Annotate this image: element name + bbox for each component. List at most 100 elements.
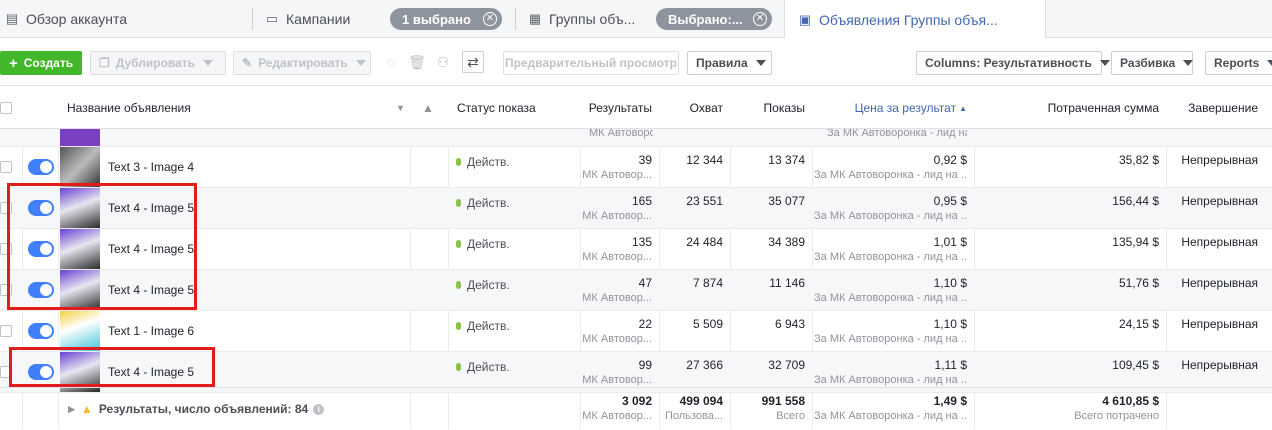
ad-name[interactable]: Text 3 - Image 4: [108, 160, 194, 174]
campaigns-selection-badge[interactable]: 1 выбрано ✕: [390, 8, 502, 30]
results-subtext: МК Автовор...: [582, 210, 652, 222]
cost-cell: 1,01 $ За МК Автоворонка - лид на ...: [814, 229, 967, 270]
table-row[interactable]: Text 3 - Image 4 Действ. 39 МК Автовор... 12…: [0, 147, 1272, 188]
chevron-down-icon: [1183, 60, 1194, 66]
reach-cell: 7 874: [661, 270, 723, 311]
ad-name[interactable]: Text 4 - Image 5: [108, 365, 194, 379]
ad-thumbnail[interactable]: [60, 188, 100, 228]
edit-button[interactable]: ✎ Редактировать: [233, 51, 371, 75]
refresh-icon[interactable]: ◌: [380, 51, 402, 73]
chevron-down-icon: [1267, 60, 1272, 66]
sort-caret-icon[interactable]: ▼: [396, 87, 408, 129]
results-cell: 165 МК Автовор...: [582, 188, 652, 229]
table-row[interactable]: Text 1 - Image 6 Действ. 22 МК Автовор... 5 …: [0, 311, 1272, 352]
impressions-value: 11 146: [769, 276, 805, 290]
table-row[interactable]: Text 4 - Image 5 Действ. 47 МК Автовор... 7 …: [0, 270, 1272, 311]
info-icon[interactable]: i: [313, 403, 325, 415]
delivery-status: Действ.: [456, 237, 510, 251]
results-subtext: МК Автовор...: [582, 292, 652, 304]
header-end[interactable]: Завершение: [1168, 87, 1258, 129]
ad-thumbnail[interactable]: [60, 229, 100, 269]
clear-selection-icon[interactable]: ✕: [483, 12, 497, 26]
ad-name[interactable]: Text 4 - Image 5: [108, 201, 194, 215]
ad-thumbnail[interactable]: [60, 352, 100, 392]
duplicate-button[interactable]: ❐ Дублировать: [90, 51, 226, 75]
tab-account-overview[interactable]: ▤ Обзор аккаунта: [0, 0, 250, 38]
share-icon[interactable]: ⇄: [462, 51, 484, 73]
trash-icon[interactable]: 🗑: [406, 51, 428, 73]
tab-divider: [515, 8, 516, 30]
header-label: Название объявления: [67, 101, 191, 115]
rules-button[interactable]: Правила: [687, 51, 772, 75]
chevron-down-icon: [203, 60, 214, 66]
row-checkbox[interactable]: [0, 325, 12, 337]
header-amount-spent[interactable]: Потраченная сумма: [976, 87, 1159, 129]
ad-name[interactable]: Text 4 - Image 5: [108, 242, 194, 256]
adsets-selection-badge[interactable]: Выбрано:... ✕: [656, 8, 772, 30]
spent-cell: 135,94 $: [976, 229, 1159, 270]
header-impressions[interactable]: Показы: [732, 87, 805, 129]
table-row[interactable]: Text 4 - Image 5 Действ. 165 МК Автовор... 2…: [0, 188, 1272, 229]
expand-caret-icon[interactable]: ▶: [68, 404, 75, 415]
row-checkbox[interactable]: [0, 243, 12, 255]
ad-status-toggle[interactable]: [28, 323, 54, 339]
sort-asc-icon: ▲: [959, 103, 967, 113]
header-status[interactable]: Статус показа: [457, 87, 577, 129]
ad-thumbnail[interactable]: [60, 147, 100, 187]
ad-status-toggle[interactable]: [28, 241, 54, 257]
header-cost-per-result[interactable]: Цена за результат ▲: [814, 87, 967, 129]
table-row[interactable]: Text 4 - Image 5 Действ. 135 МК Автовор... 2…: [0, 229, 1272, 270]
rules-label: Правила: [696, 56, 748, 70]
totals-subtext: Всего потрачено: [1074, 410, 1159, 422]
cost-cell: 0,95 $ За МК Автоворонка - лид на ...: [814, 188, 967, 229]
ad-status-toggle[interactable]: [28, 159, 54, 175]
ad-name[interactable]: Text 4 - Image 5: [108, 283, 194, 297]
cost-cell: 1,10 $ За МК Автоворонка - лид на ...: [814, 270, 967, 311]
columns-button[interactable]: Columns: Результативность: [916, 51, 1110, 75]
reach-value: 12 344: [686, 153, 723, 167]
end-cell: Непрерывная: [1168, 147, 1258, 188]
breakdown-button[interactable]: Разбивка: [1111, 51, 1194, 75]
tab-divider: [252, 8, 253, 30]
cost-value: 1,10 $: [933, 276, 967, 290]
users-icon[interactable]: ⚇: [432, 51, 454, 73]
select-all-checkbox[interactable]: [0, 102, 12, 114]
delivery-status: Действ.: [456, 155, 510, 169]
status-text: Действ.: [467, 360, 510, 374]
clear-selection-icon[interactable]: ✕: [753, 12, 767, 26]
cost-cell: 1,10 $ За МК Автоворонка - лид на ...: [814, 311, 967, 352]
row-checkbox[interactable]: [0, 161, 12, 173]
totals-value: 3 092: [621, 394, 652, 408]
ad-thumbnail[interactable]: [60, 311, 100, 351]
cost-subtext: За МК Автоворонка - лид на ...: [814, 333, 967, 345]
header-ad-name[interactable]: Название объявления: [67, 87, 377, 129]
account-overview-icon: ▤: [5, 11, 19, 26]
tab-adsets[interactable]: ▦ Группы объ...: [527, 0, 652, 38]
reach-cell: 12 344: [661, 147, 723, 188]
spent-value: 51,76 $: [1118, 276, 1159, 290]
preview-button[interactable]: Предварительный просмотр: [503, 51, 679, 75]
header-results[interactable]: Результаты: [582, 87, 652, 129]
row-checkbox[interactable]: [0, 284, 12, 296]
tab-ads[interactable]: ▣ Объявления Группы объя...: [784, 0, 1046, 39]
header-label: Статус показа: [457, 101, 536, 115]
totals-subtext: Всего: [776, 410, 805, 422]
ad-status-toggle[interactable]: [28, 364, 54, 380]
ad-thumbnail[interactable]: [60, 270, 100, 310]
results-value: 39: [638, 153, 652, 167]
header-label: Результаты: [588, 101, 652, 115]
ad-status-toggle[interactable]: [28, 200, 54, 216]
tab-label: Кампании: [286, 11, 351, 27]
header-reach[interactable]: Охват: [661, 87, 723, 129]
results-subtext: МК Автоворонка - лид на...: [589, 129, 653, 139]
end-value: Непрерывная: [1181, 153, 1258, 167]
end-cell: Непрерывная: [1168, 311, 1258, 352]
row-checkbox[interactable]: [0, 202, 12, 214]
reports-button[interactable]: Reports: [1205, 51, 1272, 75]
cost-subtext: За МК Автоворонка - лид на ...: [827, 129, 967, 139]
create-button[interactable]: + Создать: [0, 51, 82, 75]
ad-status-toggle[interactable]: [28, 282, 54, 298]
row-checkbox[interactable]: [0, 366, 12, 378]
ad-name[interactable]: Text 1 - Image 6: [108, 324, 194, 338]
toolbar: + Создать ❐ Дублировать ✎ Редактировать …: [0, 38, 1272, 86]
